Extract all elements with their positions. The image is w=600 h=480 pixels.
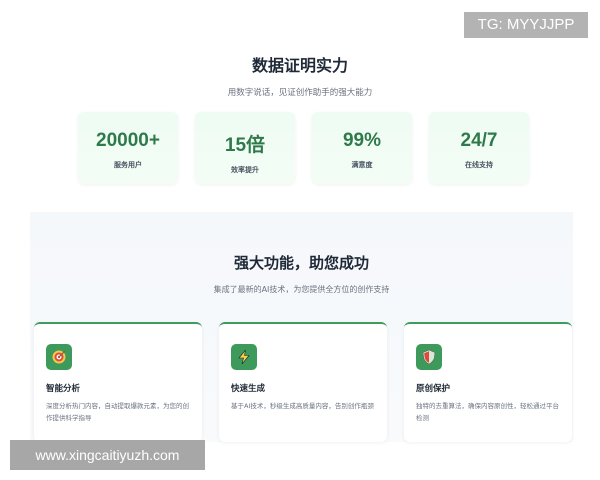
feature-card-analysis[interactable]: 智能分析 深度分析热门内容，自动提取爆款元素，为您的创作提供科学指导 (34, 322, 202, 442)
feature-description: 基于AI技术，秒级生成高质量内容，告别创作瓶颈 (231, 402, 374, 410)
stat-card-efficiency: 15倍 效率提升 (195, 112, 295, 184)
stat-row: 20000+ 服务用户 15倍 效率提升 99% 满意度 24/7 在线支持 (78, 112, 529, 184)
stat-value: 99% (342, 130, 382, 151)
stat-card-support: 24/7 在线支持 (429, 112, 529, 184)
stats-title: 数据证明实力 (251, 56, 348, 75)
stat-value: 20000+ (96, 130, 160, 151)
features-section: 强大功能，助您成功 集成了最新的AI技术，为您提供全方位的创作支持 智能分析 深… (30, 212, 573, 442)
feature-name: 原创保护 (416, 384, 451, 394)
feature-description: 独特的去重算法，确保内容原创性，轻松通过平台检测 (416, 402, 559, 422)
feature-name: 智能分析 (46, 384, 81, 394)
stat-card-satisfaction: 99% 满意度 (312, 112, 412, 184)
stats-section: 数据证明实力 用数字说话，见证创作助手的强大能力 20000+ 服务用户 15倍… (0, 40, 600, 184)
url-watermark: www.xingcaitiyuzh.com (10, 440, 205, 470)
stats-subtitle: 用数字说话，见证创作助手的强大能力 (227, 88, 373, 98)
stat-value: 15倍 (224, 135, 266, 156)
features-title: 强大功能，助您成功 (233, 254, 369, 272)
stat-card-users: 20000+ 服务用户 (78, 112, 178, 184)
stat-label: 服务用户 (114, 161, 142, 169)
stat-label: 效率提升 (231, 166, 259, 174)
feature-description: 深度分析热门内容，自动提取爆款元素，为您的创作提供科学指导 (46, 402, 189, 422)
shield-icon (416, 344, 442, 370)
lightning-icon (231, 344, 257, 370)
feature-name: 快速生成 (231, 384, 266, 394)
target-icon (46, 344, 72, 370)
stat-label: 满意度 (351, 161, 373, 169)
feature-card-generation[interactable]: 快速生成 基于AI技术，秒级生成高质量内容，告别创作瓶颈 (219, 322, 387, 442)
stat-value: 24/7 (460, 130, 498, 151)
tg-watermark: TG: MYYJJPP (464, 12, 588, 38)
stat-label: 在线支持 (465, 161, 493, 169)
feature-card-protection[interactable]: 原创保护 独特的去重算法，确保内容原创性，轻松通过平台检测 (404, 322, 572, 442)
features-subtitle: 集成了最新的AI技术，为您提供全方位的创作支持 (213, 285, 390, 294)
